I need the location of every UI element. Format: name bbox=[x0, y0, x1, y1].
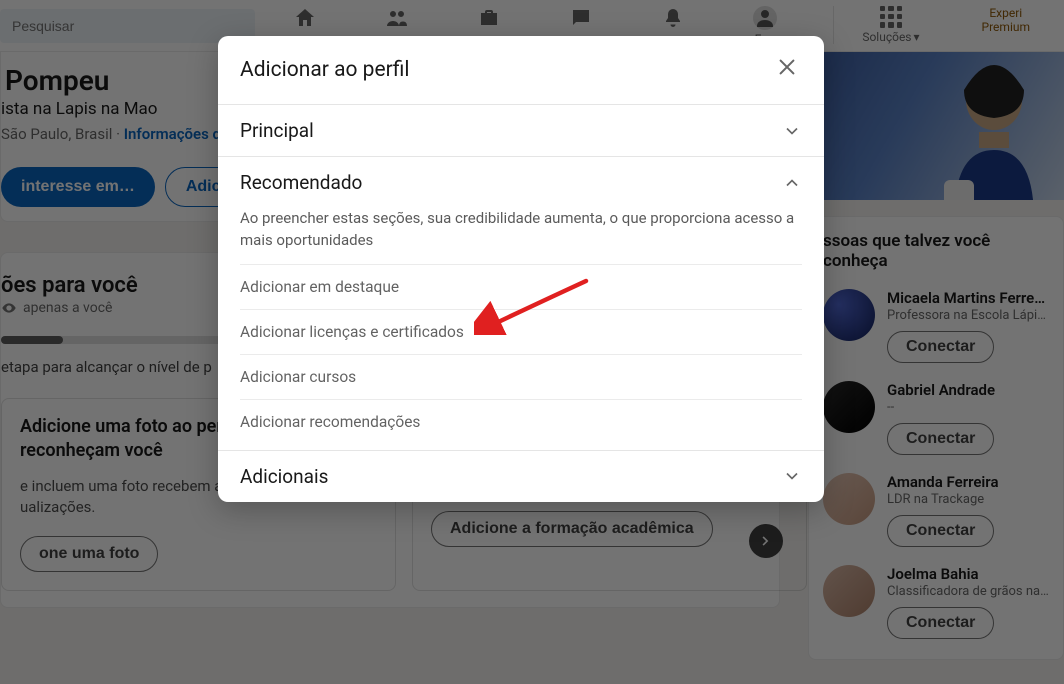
add-featured-item[interactable]: Adicionar em destaque bbox=[240, 264, 802, 309]
section-label: Principal bbox=[240, 119, 314, 142]
chevron-up-icon bbox=[782, 173, 802, 193]
modal-header: Adicionar ao perfil bbox=[218, 36, 824, 104]
section-recommended-body: Ao preencher estas seções, sua credibili… bbox=[218, 208, 824, 450]
close-button[interactable] bbox=[772, 52, 802, 88]
chevron-down-icon bbox=[782, 121, 802, 141]
section-blurb: Ao preencher estas seções, sua credibili… bbox=[240, 208, 802, 264]
add-to-profile-modal: Adicionar ao perfil Principal Recomendad… bbox=[218, 36, 824, 502]
add-courses-item[interactable]: Adicionar cursos bbox=[240, 354, 802, 399]
section-main[interactable]: Principal bbox=[218, 104, 824, 156]
section-recommended[interactable]: Recomendado bbox=[218, 156, 824, 208]
chevron-down-icon bbox=[782, 466, 802, 486]
add-recommendations-item[interactable]: Adicionar recomendações bbox=[240, 399, 802, 444]
add-licenses-item[interactable]: Adicionar licenças e certificados bbox=[240, 309, 802, 354]
close-icon bbox=[776, 56, 798, 78]
section-label: Adicionais bbox=[240, 465, 328, 488]
section-additional[interactable]: Adicionais bbox=[218, 450, 824, 502]
section-label: Recomendado bbox=[240, 171, 362, 194]
modal-title: Adicionar ao perfil bbox=[240, 58, 409, 82]
